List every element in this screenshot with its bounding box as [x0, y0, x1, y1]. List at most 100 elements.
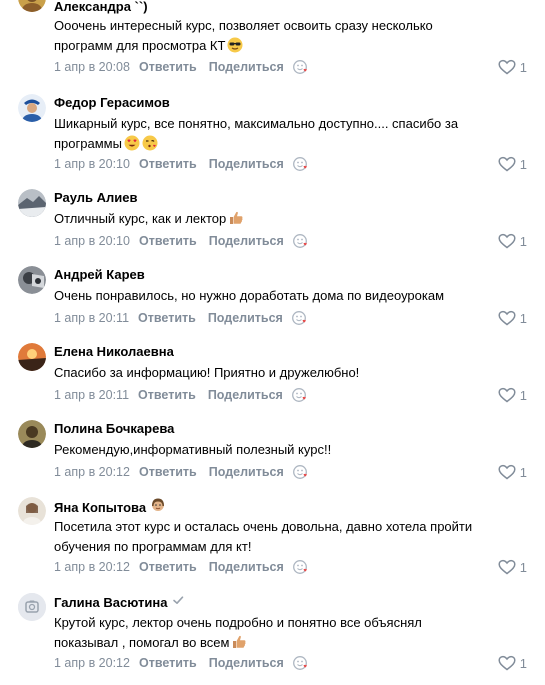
heart-outline-icon: [498, 655, 516, 671]
heart-outline-icon: [498, 156, 516, 172]
reaction-icon[interactable]: [292, 156, 309, 172]
reply-button[interactable]: Ответить: [139, 560, 197, 574]
like-count: 1: [519, 559, 527, 575]
author-name[interactable]: Галина Васютина: [54, 594, 167, 612]
reaction-icon[interactable]: [291, 310, 308, 326]
like-count: 1: [519, 233, 527, 249]
heart-outline-icon: [498, 464, 516, 480]
comment-date[interactable]: 1 апр в 20:10: [54, 157, 130, 171]
share-button[interactable]: Поделиться: [209, 157, 284, 171]
like-button[interactable]: 1: [498, 385, 527, 405]
comment-text-line: Крутой курс, лектор очень подробно и пон…: [54, 615, 422, 630]
comment-text-line: Очень понравилось, но нужно доработать д…: [54, 288, 445, 303]
comment-text-line: Шикарный курс, все понятно, максимально …: [54, 116, 459, 131]
comment-meta: 1 апр в 20:08 Ответить Поделиться: [54, 57, 309, 77]
verified-check-icon: [171, 593, 185, 612]
photo-avatar-olive: [18, 420, 46, 448]
reply-button[interactable]: Ответить: [138, 388, 196, 402]
author-name[interactable]: Яна Копытова: [54, 499, 146, 517]
author-name[interactable]: Полина Бочкарева: [54, 420, 174, 438]
avatar[interactable]: [18, 94, 46, 122]
reaction-icon[interactable]: [291, 387, 308, 403]
comment-author[interactable]: Яна Копытова: [54, 497, 166, 518]
comment-author[interactable]: Федор Герасимов: [54, 94, 170, 112]
share-button[interactable]: Поделиться: [208, 388, 283, 402]
comment-text: Очень понравилось, но нужно доработать д…: [54, 286, 524, 306]
like-count: 1: [519, 464, 527, 480]
comment-author[interactable]: Рауль Алиев: [54, 189, 138, 207]
author-name[interactable]: Федор Герасимов: [54, 94, 170, 112]
comment-date[interactable]: 1 апр в 20:12: [54, 465, 130, 479]
like-count: 1: [519, 310, 527, 326]
comment-meta: 1 апр в 20:11 Ответить Поделиться: [54, 385, 308, 405]
comment-date[interactable]: 1 апр в 20:11: [54, 388, 129, 402]
reply-button[interactable]: Ответить: [139, 234, 197, 248]
like-count: 1: [519, 387, 527, 403]
heart-outline-icon: [498, 59, 516, 75]
reply-button[interactable]: Ответить: [138, 311, 196, 325]
share-button[interactable]: Поделиться: [208, 311, 283, 325]
like-button[interactable]: 1: [498, 557, 527, 577]
heart-outline-icon: [498, 310, 516, 326]
heart-outline-icon: [498, 387, 516, 403]
comment-text: Спасибо за информацию! Приятно и дружелю…: [54, 363, 524, 383]
comment-author[interactable]: Андрей Карев: [54, 266, 145, 284]
comment-meta: 1 апр в 20:10 Ответить Поделиться: [54, 154, 309, 174]
author-name[interactable]: Елена Николаевна: [54, 343, 174, 361]
reaction-icon[interactable]: [292, 559, 309, 575]
woman-emoji: [150, 497, 166, 518]
comment-date[interactable]: 1 апр в 20:12: [54, 560, 130, 574]
author-name[interactable]: Андрей Карев: [54, 266, 145, 284]
avatar[interactable]: [18, 0, 46, 12]
reaction-icon[interactable]: [292, 59, 309, 75]
like-button[interactable]: 1: [498, 462, 527, 482]
like-button[interactable]: 1: [498, 308, 527, 328]
author-name[interactable]: Александра ``): [54, 0, 148, 16]
avatar[interactable]: [18, 497, 46, 525]
author-name[interactable]: Рауль Алиев: [54, 189, 138, 207]
share-button[interactable]: Поделиться: [209, 60, 284, 74]
like-button[interactable]: 1: [498, 57, 527, 77]
share-button[interactable]: Поделиться: [209, 234, 284, 248]
share-button[interactable]: Поделиться: [209, 560, 284, 574]
reply-button[interactable]: Ответить: [139, 60, 197, 74]
comment-author[interactable]: Полина Бочкарева: [54, 420, 174, 438]
reply-button[interactable]: Ответить: [139, 157, 197, 171]
photo-avatar-sunset: [18, 343, 46, 371]
comment-author[interactable]: Александра ``): [54, 0, 148, 16]
comment-text-line: программ для просмотра КТ: [54, 38, 226, 53]
comment-meta: 1 апр в 20:11 Ответить Поделиться: [54, 308, 308, 328]
comment-meta: 1 апр в 20:12 Ответить Поделиться: [54, 557, 309, 577]
comment-author[interactable]: Елена Николаевна: [54, 343, 174, 361]
reaction-icon[interactable]: [292, 233, 309, 249]
reaction-icon[interactable]: [292, 464, 309, 480]
share-button[interactable]: Поделиться: [209, 465, 284, 479]
reply-button[interactable]: Ответить: [139, 465, 197, 479]
share-button[interactable]: Поделиться: [209, 656, 284, 670]
like-count: 1: [519, 655, 527, 671]
placeholder-avatar: [18, 593, 46, 621]
like-button[interactable]: 1: [498, 653, 527, 673]
comment-date[interactable]: 1 апр в 20:08: [54, 60, 130, 74]
comment-text: Посетила этот курс и осталась очень дово…: [54, 517, 524, 557]
like-button[interactable]: 1: [498, 231, 527, 251]
avatar[interactable]: [18, 420, 46, 448]
like-button[interactable]: 1: [498, 154, 527, 174]
avatar[interactable]: [18, 343, 46, 371]
comment-date[interactable]: 1 апр в 20:11: [54, 311, 129, 325]
comment-text-line: Посетила этот курс и осталась очень дово…: [54, 519, 473, 534]
comment-author[interactable]: Галина Васютина: [54, 593, 185, 612]
reaction-icon[interactable]: [292, 655, 309, 671]
comments-feed: Александра ``) Ооочень интересный курс, …: [0, 0, 545, 685]
avatar[interactable]: [18, 593, 46, 621]
comment-text: Ооочень интересный курс, позволяет освои…: [54, 16, 524, 59]
heart-outline-icon: [498, 233, 516, 249]
photo-avatar-grey: [18, 189, 46, 217]
like-count: 1: [519, 59, 527, 75]
avatar[interactable]: [18, 266, 46, 294]
comment-date[interactable]: 1 апр в 20:12: [54, 656, 130, 670]
avatar[interactable]: [18, 189, 46, 217]
photo-avatar-blue: [18, 94, 46, 122]
comment-date[interactable]: 1 апр в 20:10: [54, 234, 130, 248]
reply-button[interactable]: Ответить: [139, 656, 197, 670]
